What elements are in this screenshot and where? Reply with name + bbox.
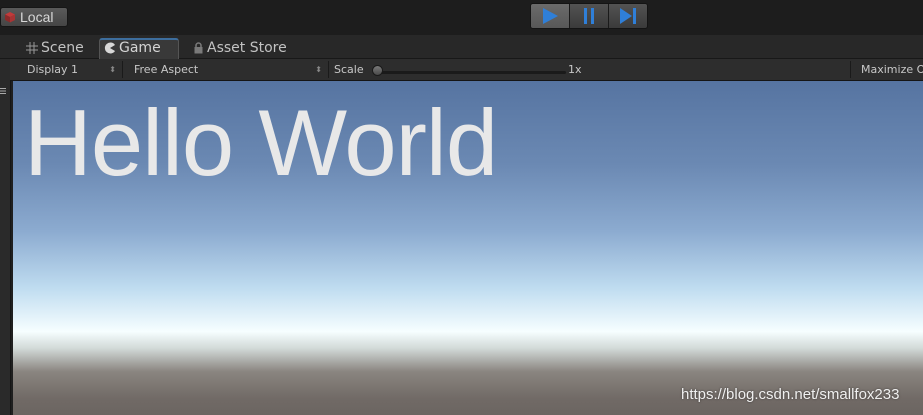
scale-slider-handle[interactable] (372, 65, 383, 76)
tab-game-label: Game (119, 40, 161, 56)
hello-world-text: Hello World (24, 90, 498, 195)
scale-value: 1x (568, 63, 582, 76)
divider (328, 61, 329, 78)
local-label: Local (20, 9, 54, 25)
menu-icon[interactable] (0, 87, 8, 95)
pause-icon (584, 8, 594, 24)
local-pivot-button[interactable]: Local (0, 7, 68, 27)
play-button[interactable] (531, 4, 570, 28)
step-icon (620, 8, 636, 24)
step-button[interactable] (609, 4, 647, 28)
aspect-dropdown-value: Free Aspect (134, 63, 199, 76)
maximize-on-play-label: Maximize On Play (861, 63, 923, 76)
grid-icon (26, 42, 38, 54)
tab-game[interactable]: Game (99, 38, 179, 59)
main-toolbar: Local (0, 0, 923, 35)
chevron-updown-icon: ⬍ (109, 65, 116, 74)
display-dropdown[interactable]: Display 1 ⬍ (14, 61, 120, 78)
tab-asset-store[interactable]: Asset Store (189, 38, 287, 59)
play-icon (543, 8, 558, 24)
display-dropdown-value: Display 1 (27, 63, 79, 76)
aspect-dropdown[interactable]: Free Aspect ⬍ (124, 61, 326, 78)
tab-scene[interactable]: Scene (22, 38, 84, 59)
divider (122, 61, 123, 78)
tab-bar: Scene Game Asset Store (0, 35, 923, 59)
scale-slider-track[interactable] (376, 71, 566, 74)
tab-scene-label: Scene (41, 40, 84, 56)
watermark-text: https://blog.csdn.net/smallfox233 (681, 386, 900, 403)
tab-asset-store-label: Asset Store (207, 40, 287, 56)
playback-controls (530, 3, 648, 29)
pacman-icon (104, 42, 115, 54)
cube-icon (5, 12, 15, 23)
pause-button[interactable] (570, 4, 609, 28)
left-panel-edge (0, 35, 11, 415)
scale-label: Scale (334, 63, 364, 76)
chevron-updown-icon: ⬍ (315, 65, 322, 74)
game-view-viewport[interactable]: Hello World https://blog.csdn.net/smallf… (13, 81, 923, 415)
maximize-on-play-toggle[interactable]: Maximize On Play (851, 59, 923, 80)
game-controls-bar: Display 1 ⬍ Free Aspect ⬍ Scale 1x Maxim… (10, 59, 923, 81)
lock-icon (194, 42, 203, 54)
